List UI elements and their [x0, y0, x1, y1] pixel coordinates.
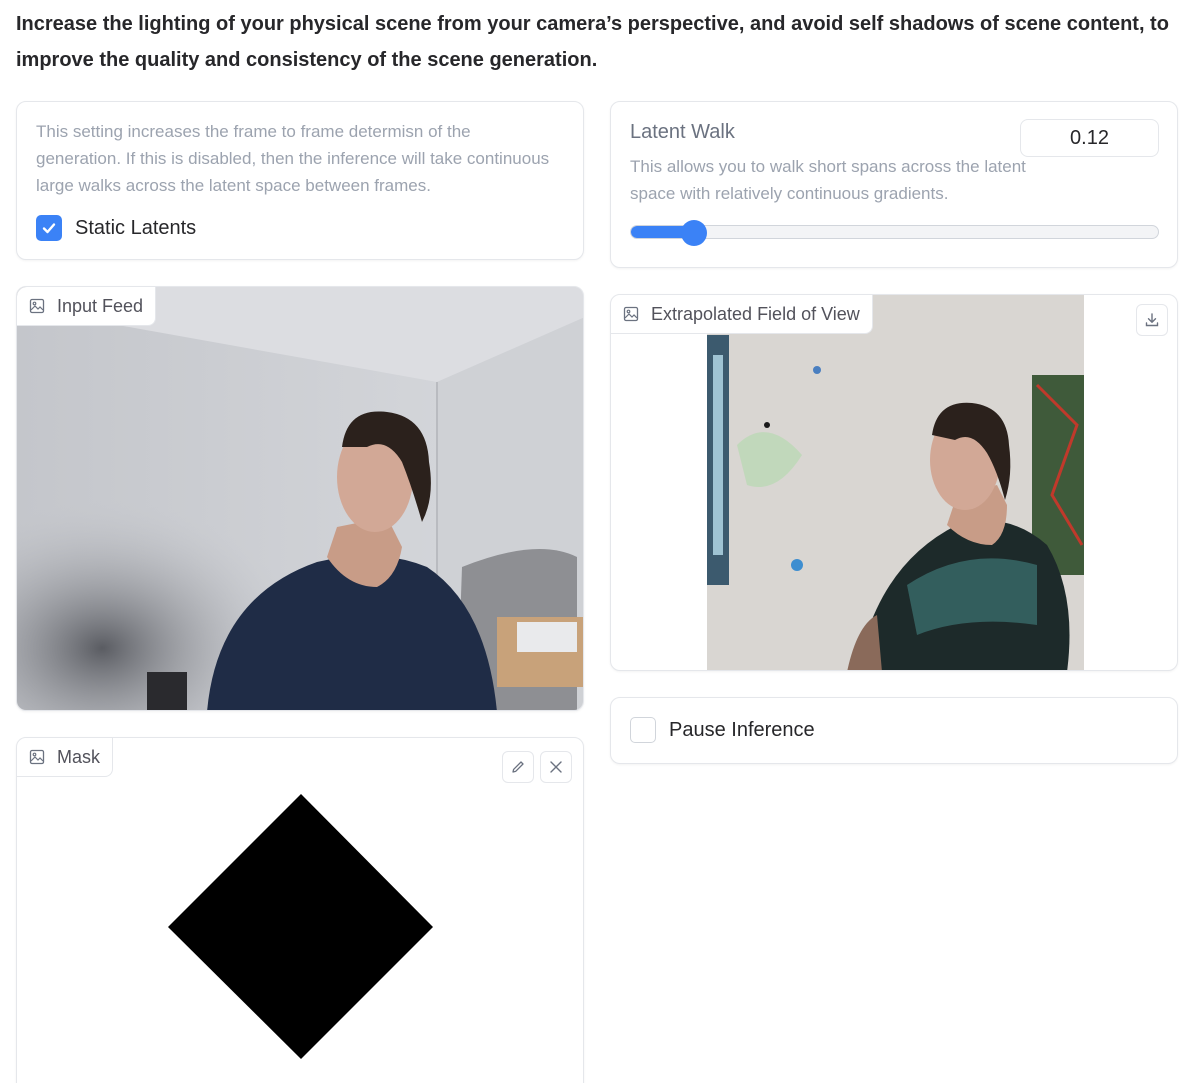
download-button[interactable]: [1136, 304, 1168, 336]
image-icon: [29, 298, 45, 314]
static-latents-label[interactable]: Static Latents: [75, 217, 196, 240]
latent-walk-panel: Latent Walk 0.12 This allows you to walk…: [610, 101, 1178, 268]
static-latents-info: This setting increases the frame to fram…: [36, 122, 550, 195]
image-icon: [623, 306, 639, 322]
mask-panel: Mask: [16, 737, 584, 1083]
latent-walk-slider[interactable]: [630, 220, 1159, 246]
input-feed-image: [17, 287, 583, 710]
latent-walk-info: This allows you to walk short spans acro…: [630, 157, 1026, 203]
input-feed-label: Input Feed: [57, 295, 144, 316]
mask-label-tab: Mask: [17, 738, 114, 777]
static-latents-toggle[interactable]: Static Latents: [36, 215, 196, 241]
slider-thumb[interactable]: [681, 220, 707, 246]
extrapolated-label-tab: Extrapolated Field of View: [611, 295, 873, 334]
extrapolated-fov-image: [707, 295, 1084, 670]
extrapolated-label: Extrapolated Field of View: [651, 303, 860, 324]
static-latents-checkbox[interactable]: [36, 215, 62, 241]
mask-label: Mask: [57, 746, 101, 767]
input-feed-label-tab: Input Feed: [17, 287, 157, 326]
pause-inference-toggle[interactable]: Pause Inference: [630, 717, 815, 743]
image-icon: [29, 749, 45, 765]
checkmark-icon: [42, 223, 56, 234]
mask-diamond-shape: [168, 794, 433, 1059]
mask-image: [168, 794, 433, 1059]
pause-inference-panel: Pause Inference: [610, 697, 1178, 764]
pause-inference-label[interactable]: Pause Inference: [669, 719, 815, 742]
download-icon: [1145, 313, 1159, 327]
latent-walk-label: Latent Walk: [630, 121, 735, 143]
input-feed-panel: Input Feed: [16, 286, 584, 711]
pause-inference-checkbox[interactable]: [630, 717, 656, 743]
instructions-text: Increase the lighting of your physical s…: [16, 13, 1169, 71]
static-latents-panel: This setting increases the frame to fram…: [16, 101, 584, 260]
extrapolated-fov-panel: Extrapolated Field of View: [610, 294, 1178, 671]
latent-walk-value-input[interactable]: 0.12: [1020, 119, 1159, 157]
